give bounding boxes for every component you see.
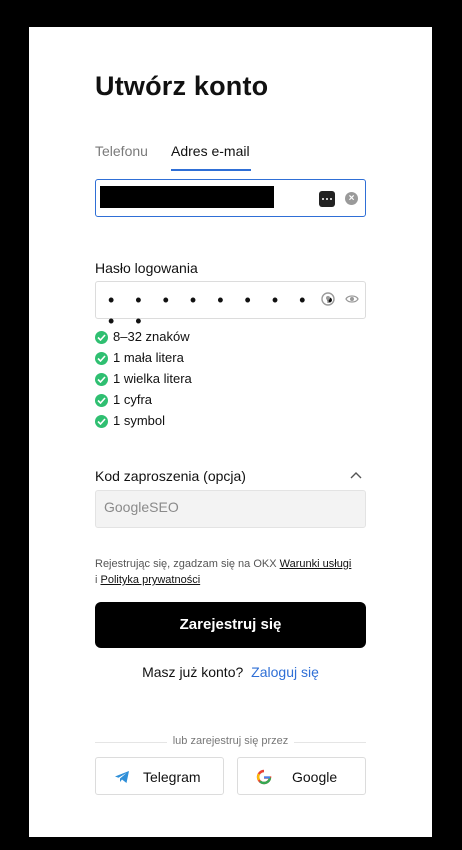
rule-text: 1 symbol <box>113 413 166 428</box>
key-icon[interactable] <box>321 292 335 306</box>
invite-code-input[interactable] <box>104 499 354 515</box>
password-label: Hasło logowania <box>95 260 198 276</box>
eye-icon[interactable] <box>345 293 359 305</box>
chevron-up-icon[interactable] <box>350 471 362 479</box>
divider-text: lub zarejestruj się przez <box>166 735 295 747</box>
tab-phone[interactable]: Telefonu <box>95 143 148 159</box>
check-icon <box>95 331 108 344</box>
google-label: Google <box>292 769 338 785</box>
email-field[interactable]: × <box>95 179 366 217</box>
terms-prefix: Rejestrując się, zgadzam się na OKX <box>95 558 280 570</box>
privacy-policy-link[interactable]: Polityka prywatności <box>101 574 201 586</box>
email-input[interactable] <box>100 186 274 208</box>
password-manager-icon[interactable] <box>319 191 335 207</box>
login-link[interactable]: Zaloguj się <box>251 664 319 680</box>
check-icon <box>95 415 108 428</box>
social-divider: lub zarejestruj się przez <box>95 735 366 749</box>
rule-text: 1 cyfra <box>113 392 153 407</box>
telegram-label: Telegram <box>143 769 201 785</box>
invite-code-field[interactable] <box>95 490 366 528</box>
google-button[interactable]: Google <box>237 757 366 795</box>
login-prompt-row: Masz już konto? Zaloguj się <box>29 664 432 680</box>
telegram-button[interactable]: Telegram <box>95 757 224 795</box>
register-button[interactable]: Zarejestruj się <box>95 602 366 648</box>
tab-email[interactable]: Adres e-mail <box>171 143 250 159</box>
terms-text: Rejestrując się, zgadzam się na OKX Waru… <box>95 556 355 588</box>
login-prompt: Masz już konto? <box>142 664 244 680</box>
page-title: Utwórz konto <box>95 71 269 101</box>
active-tab-indicator <box>171 169 251 171</box>
check-icon <box>95 373 108 386</box>
invite-code-label: Kod zaproszenia (opcja) <box>95 468 246 484</box>
password-field[interactable]: • • • • • • • • • • • <box>95 281 366 331</box>
rule-text: 8–32 znaków <box>113 329 190 344</box>
terms-of-service-link[interactable]: Warunki usługi <box>280 558 352 570</box>
rule-text: 1 mała litera <box>113 350 184 365</box>
password-input[interactable] <box>106 288 306 312</box>
rule-text: 1 wielka litera <box>113 371 192 386</box>
telegram-icon <box>115 771 129 783</box>
google-icon <box>256 769 272 785</box>
divider-text-wrap: lub zarejestruj się przez <box>95 735 366 747</box>
check-icon <box>95 352 108 365</box>
check-icon <box>95 394 108 407</box>
clear-icon[interactable]: × <box>345 192 358 205</box>
signup-card: Utwórz konto Telefonu Adres e-mail × Has… <box>29 27 432 837</box>
